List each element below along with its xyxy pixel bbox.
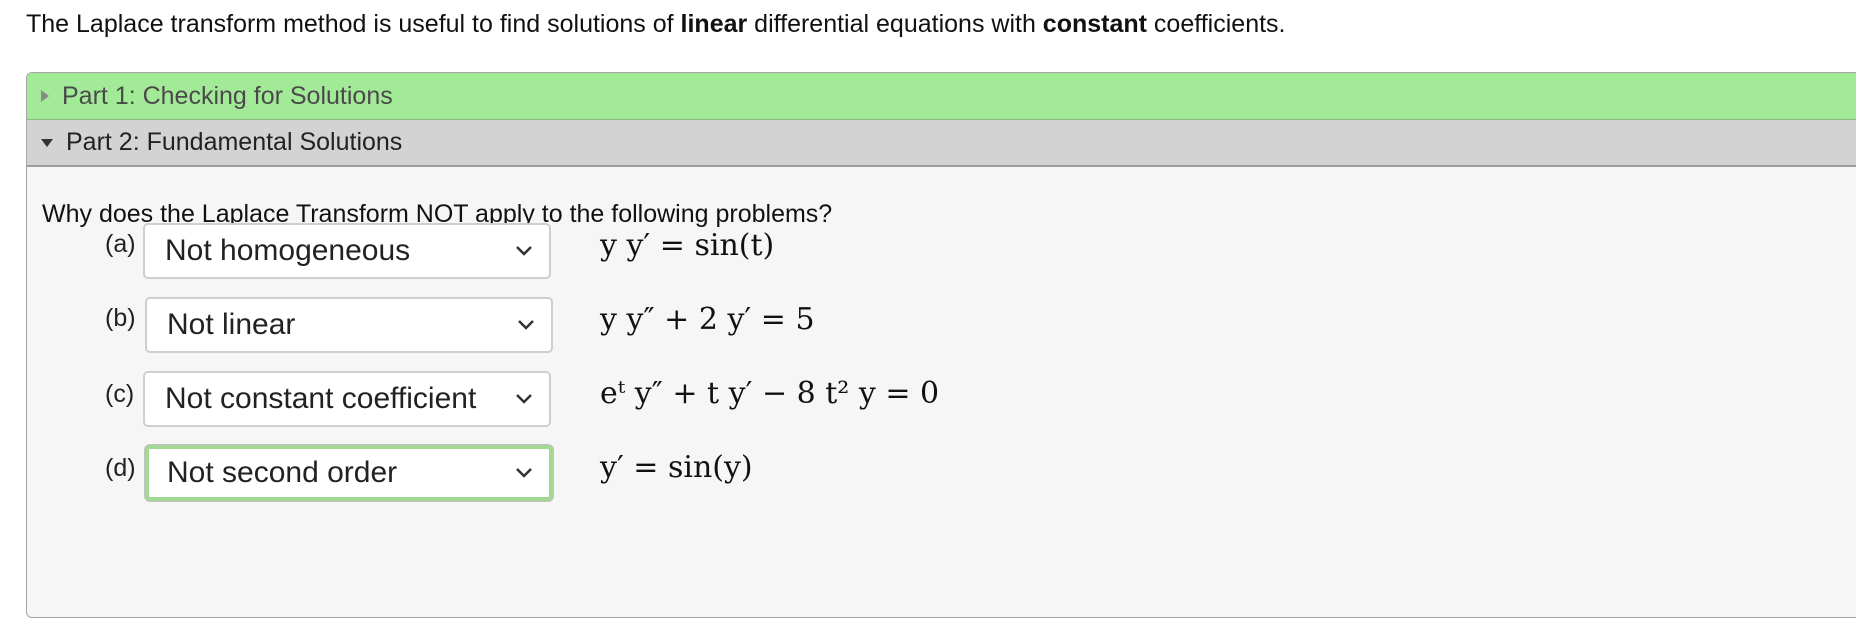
part2-header[interactable]: Part 2: Fundamental Solutions xyxy=(27,120,1856,167)
item-label: (d) xyxy=(105,454,136,482)
equation-d: y′ = sin(y) xyxy=(600,450,753,485)
select-value: Not linear xyxy=(167,308,296,341)
answer-select-a[interactable]: Not homogeneous xyxy=(143,223,551,279)
select-value: Not second order xyxy=(167,456,398,489)
intro-text-part: differential equations with xyxy=(747,10,1043,38)
part1-title: Part 1: Checking for Solutions xyxy=(62,81,393,110)
answer-select-c[interactable]: Not constant coefficient xyxy=(143,371,551,427)
chevron-down-icon xyxy=(516,468,532,478)
intro-bold-constant: constant xyxy=(1042,10,1147,38)
equation-c: eᵗ y″ + t y′ − 8 t² y = 0 xyxy=(600,376,940,411)
triangle-right-icon xyxy=(41,90,49,102)
part1-header[interactable]: Part 1: Checking for Solutions xyxy=(27,73,1856,120)
intro-text-part: coefficients. xyxy=(1146,10,1286,38)
equation-a: y y′ = sin(t) xyxy=(600,228,775,263)
chevron-down-icon xyxy=(518,320,534,330)
chevron-down-icon xyxy=(516,246,532,256)
accordion: Part 1: Checking for Solutions Part 2: F… xyxy=(26,72,1856,618)
triangle-down-icon xyxy=(41,138,53,147)
equation-b: y y″ + 2 y′ = 5 xyxy=(600,302,815,337)
answer-select-d[interactable]: Not second order xyxy=(145,445,553,501)
item-label: (b) xyxy=(105,304,136,332)
select-value: Not constant coefficient xyxy=(165,382,477,415)
intro-text: The Laplace transform method is useful t… xyxy=(26,6,1286,42)
chevron-down-icon xyxy=(516,394,532,404)
part2-title: Part 2: Fundamental Solutions xyxy=(66,128,403,156)
item-label: (c) xyxy=(105,380,135,408)
intro-bold-linear: linear xyxy=(680,10,748,38)
answer-select-b[interactable]: Not linear xyxy=(145,297,553,353)
item-label: (a) xyxy=(105,230,136,258)
intro-text-part: The Laplace transform method is useful t… xyxy=(26,10,681,38)
select-value: Not homogeneous xyxy=(165,234,411,267)
